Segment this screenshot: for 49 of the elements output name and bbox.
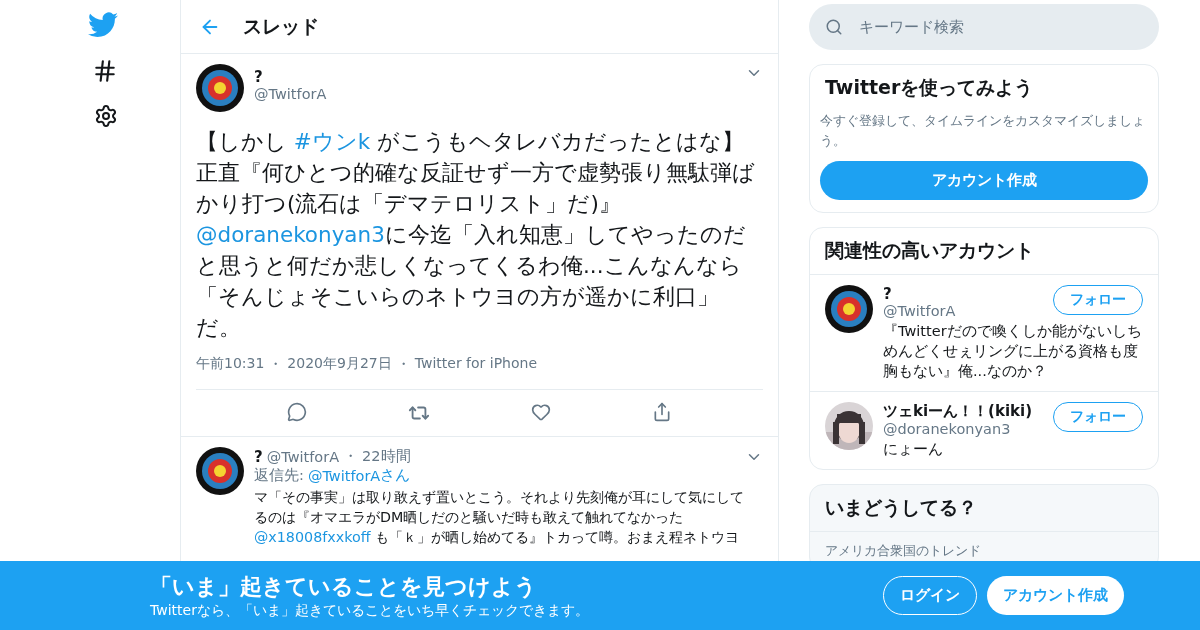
follow-button[interactable]: フォロー bbox=[1053, 402, 1143, 432]
tweet-meta: Twitter for iPhone bbox=[414, 355, 538, 373]
banner-title: 「いま」起きていることを見つけよう bbox=[150, 572, 538, 601]
heart-icon[interactable] bbox=[531, 402, 552, 422]
tweet-meta: 午前10:31 bbox=[196, 355, 265, 373]
user-name: ? bbox=[883, 285, 893, 303]
card-title: 関連性の高いアカウント bbox=[824, 238, 1035, 263]
user-handle: @TwitforA bbox=[883, 303, 957, 319]
follow-button[interactable]: フォロー bbox=[1053, 285, 1143, 315]
user-handle: @doranekonyan3 bbox=[883, 421, 1012, 437]
user-name: ? bbox=[254, 68, 264, 86]
reply-text: マ「その事実」は取り敢えず置いとこう。それより先刻俺が耳にして気にしてるのは『オマエラがDM晒しだのと騒いだ時も敢えて触れてなかった @x18008fxxkoff も「ｋ」が晒し始めてる』トカって噂。おまえ程ネトウヨ bbox=[254, 488, 745, 547]
reply-to-suffix: さん bbox=[380, 466, 411, 485]
tweet-meta: 2020年9月27日 bbox=[287, 355, 392, 373]
card-title: いまどうしてる？ bbox=[824, 495, 978, 520]
search-icon bbox=[825, 18, 843, 36]
link[interactable]: @x18008fxxkoff bbox=[254, 529, 371, 545]
link[interactable]: #ウンk bbox=[293, 129, 371, 154]
user-name: ツェkiーん！！(kiki) bbox=[883, 402, 1034, 421]
user-handle: @TwitforA bbox=[254, 86, 328, 102]
reply-to-label: 返信先: bbox=[254, 466, 304, 485]
speech-bubble-icon[interactable] bbox=[286, 402, 307, 422]
reply-time: 22時間 bbox=[362, 447, 411, 466]
trends-subtitle: アメリカ合衆国のトレンド bbox=[825, 543, 981, 558]
user-name: ? bbox=[254, 447, 263, 466]
user-handle: @TwitforA bbox=[266, 448, 340, 465]
bird-logo-icon[interactable] bbox=[88, 12, 118, 38]
separator: ・ bbox=[268, 355, 284, 374]
target-avatar bbox=[196, 64, 244, 112]
target-avatar bbox=[196, 447, 244, 495]
hashtag-icon[interactable] bbox=[92, 58, 118, 84]
settings-icon[interactable] bbox=[94, 104, 118, 128]
separator: ・ bbox=[395, 355, 411, 374]
search-bar[interactable]: キーワード検索 bbox=[809, 4, 1159, 50]
page-title: スレッド bbox=[243, 13, 319, 39]
search-field[interactable]: キーワード検索 bbox=[857, 17, 1143, 37]
share-icon[interactable] bbox=[652, 402, 673, 422]
signup-button[interactable]: アカウント作成 bbox=[820, 161, 1148, 200]
link[interactable]: @doranekonyan3 bbox=[196, 222, 385, 247]
link[interactable]: @TwitforA bbox=[307, 467, 381, 484]
banner-text: Twitterなら、「いま」起きていることをいち早くチェックできます。 bbox=[150, 601, 590, 620]
separator: ・ bbox=[343, 447, 359, 466]
signup-button[interactable]: アカウント作成 bbox=[987, 576, 1124, 615]
card-text: 今すぐ登録して、タイムラインをカスタマイズしましょう。 bbox=[820, 112, 1146, 150]
card-title: Twitterを使ってみよう bbox=[824, 75, 1035, 100]
user-bio: 『Twitterだので喚くしか能がないしちめんどくせぇリングに上がる資格も度胸もない』俺...なのか？ bbox=[883, 322, 1143, 381]
tweet-text: 【しかし #ウンk がこうもヘタレバカだったとはな】正直『何ひとつ的確な反証せず一方で虚勢張り無駄弾ばかり打つ(流石は「デマテロリスト」だ)』 @doranekonyan3に今迄「入れ知恵」してやったのだと思うと何だか悲しくなってくるわ俺...こんなんなら「そんじょそこいらのネトウヨの方が遥かに利口」だ。 bbox=[196, 128, 756, 342]
target-avatar bbox=[825, 285, 873, 333]
user-bio: にょーん bbox=[883, 440, 944, 459]
